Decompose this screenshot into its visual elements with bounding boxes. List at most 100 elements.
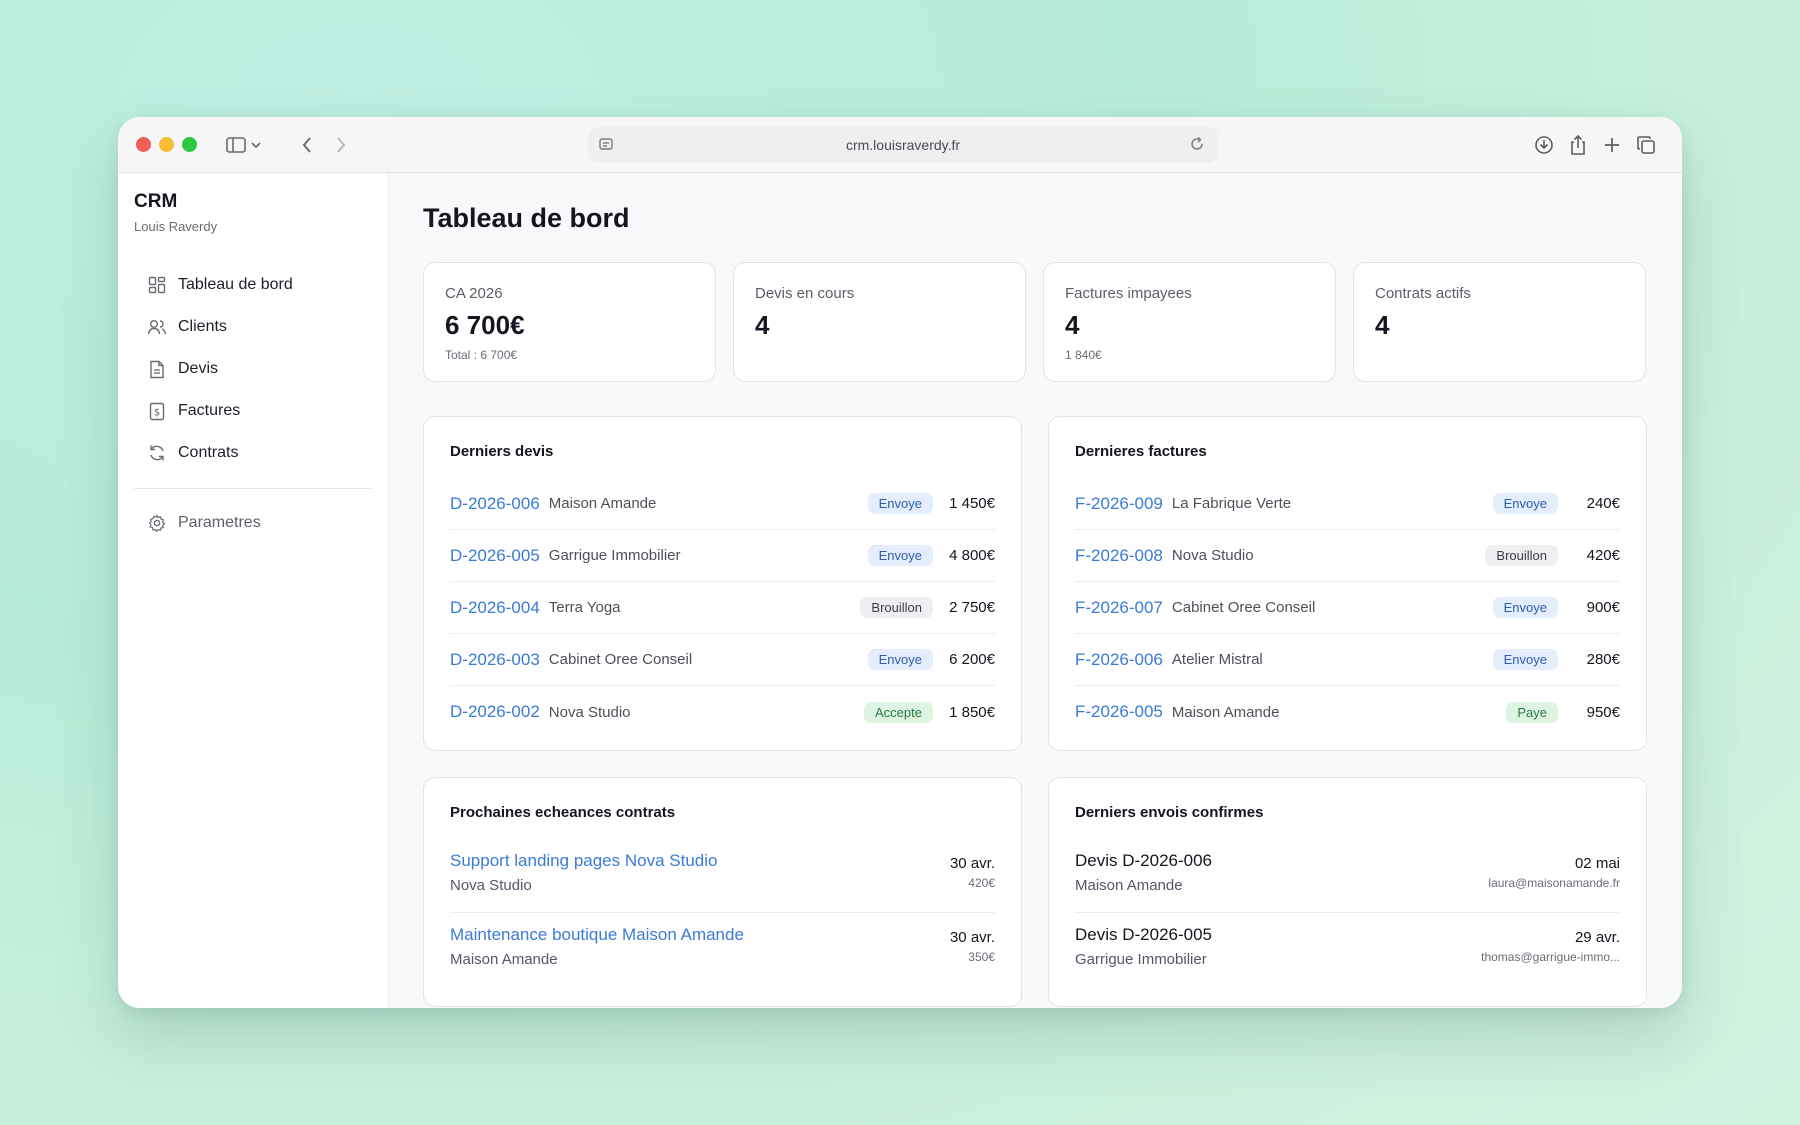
stat-value: 6 700€ bbox=[445, 310, 525, 340]
contract-link[interactable]: Maintenance boutique Maison Amande bbox=[450, 925, 744, 945]
sidebar-item-label: Tableau de bord bbox=[178, 276, 293, 293]
refresh-icon bbox=[147, 443, 167, 463]
stat-card-unpaid-invoices: Factures impayees 4 1 840€ bbox=[1043, 262, 1336, 382]
status-badge: Envoye bbox=[867, 649, 933, 670]
invoice-link[interactable]: F-2026-005 bbox=[1075, 702, 1163, 722]
invoice-link[interactable]: F-2026-008 bbox=[1075, 546, 1163, 566]
gear-icon bbox=[147, 513, 167, 533]
sidebar-divider bbox=[134, 488, 372, 489]
contract-link[interactable]: Support landing pages Nova Studio bbox=[450, 851, 717, 871]
sidebar-item-factures[interactable]: $ Factures bbox=[134, 390, 372, 432]
sidebar-item-label: Factures bbox=[178, 402, 241, 419]
amount: 420€ bbox=[968, 876, 995, 890]
share-icon bbox=[1571, 134, 1585, 155]
amount: 240€ bbox=[1586, 495, 1620, 512]
address-bar[interactable]: crm.louisraverdy.fr bbox=[588, 127, 1218, 163]
amount: 1 850€ bbox=[949, 703, 995, 721]
share-button[interactable] bbox=[1562, 129, 1594, 161]
quote-link[interactable]: D-2026-004 bbox=[450, 598, 540, 618]
table-row: D-2026-004 Terra Yoga Brouillon 2 750€ bbox=[450, 582, 995, 634]
table-row: D-2026-005 Garrigue Immobilier Envoye 4 … bbox=[450, 530, 995, 582]
tab-overview-button[interactable] bbox=[1630, 129, 1662, 161]
forward-button[interactable] bbox=[324, 129, 358, 161]
back-button[interactable] bbox=[290, 129, 324, 161]
table-row: F-2026-005 Maison Amande Paye 950€ bbox=[1075, 686, 1620, 738]
client-name: Nova Studio bbox=[1171, 547, 1254, 564]
quote-link[interactable]: D-2026-006 bbox=[450, 494, 540, 514]
quote-link[interactable]: D-2026-005 bbox=[450, 546, 540, 566]
sidebar-item-label: Devis bbox=[178, 360, 219, 377]
client-name: Cabinet Oree Conseil bbox=[1171, 599, 1316, 616]
client-name: Atelier Mistral bbox=[1171, 651, 1263, 668]
stat-sub: 1 840€ bbox=[1065, 348, 1102, 362]
contract-deadlines-panel: Prochaines echeances contrats Support la… bbox=[423, 777, 1022, 1007]
plus-icon bbox=[1605, 138, 1619, 152]
panel-title: Prochaines echeances contrats bbox=[450, 804, 676, 821]
title-bar: crm.louisraverdy.fr bbox=[118, 117, 1682, 173]
stat-label: Factures impayees bbox=[1065, 285, 1192, 302]
dashboard-icon bbox=[147, 275, 167, 295]
send-title: Devis D-2026-006 bbox=[1075, 851, 1213, 870]
stat-value: 4 bbox=[755, 310, 770, 340]
client-name: Garrigue Immobilier bbox=[1075, 951, 1207, 968]
invoice-icon: $ bbox=[147, 401, 167, 421]
panel-title: Dernieres factures bbox=[1075, 443, 1207, 460]
stat-card-contracts: Contrats actifs 4 bbox=[1353, 262, 1646, 382]
table-row: D-2026-003 Cabinet Oree Conseil Envoye 6… bbox=[450, 634, 995, 686]
amount: 420€ bbox=[1586, 547, 1620, 564]
sidebar-item-label: Clients bbox=[178, 318, 227, 335]
downloads-button[interactable] bbox=[1528, 129, 1560, 161]
chevron-down-icon bbox=[251, 142, 261, 149]
list-item: Devis D-2026-006 Maison Amande 02 mai la… bbox=[1075, 839, 1620, 913]
main-content: Tableau de bord CA 2026 6 700€ Total : 6… bbox=[389, 173, 1682, 1008]
minimize-window-button[interactable] bbox=[159, 137, 174, 152]
recipient-email: thomas@garrigue-immo... bbox=[1481, 950, 1620, 964]
reload-icon[interactable] bbox=[1188, 135, 1206, 153]
sidebar-icon bbox=[226, 137, 246, 153]
table-row: F-2026-008 Nova Studio Brouillon 420€ bbox=[1075, 530, 1620, 582]
stats-row: CA 2026 6 700€ Total : 6 700€ Devis en c… bbox=[423, 262, 1648, 382]
amount: 350€ bbox=[968, 950, 995, 964]
list-item: Support landing pages Nova Studio Nova S… bbox=[450, 839, 995, 913]
client-name: Cabinet Oree Conseil bbox=[548, 651, 693, 668]
amount: 280€ bbox=[1586, 651, 1620, 668]
new-tab-button[interactable] bbox=[1596, 129, 1628, 161]
browser-window: crm.louisraverdy.fr CRM Louis Raverdy Ta… bbox=[118, 117, 1682, 1008]
status-badge: Brouillon bbox=[1485, 545, 1558, 566]
invoice-link[interactable]: F-2026-006 bbox=[1075, 650, 1163, 670]
table-row: F-2026-006 Atelier Mistral Envoye 280€ bbox=[1075, 634, 1620, 686]
table-row: D-2026-006 Maison Amande Envoye 1 450€ bbox=[450, 478, 995, 530]
stat-sub: Total : 6 700€ bbox=[445, 348, 518, 362]
status-badge: Brouillon bbox=[860, 597, 933, 618]
stat-value: 4 bbox=[1065, 310, 1080, 340]
table-row: D-2026-002 Nova Studio Accepte 1 850€ bbox=[450, 686, 995, 738]
amount: 950€ bbox=[1586, 703, 1620, 721]
sidebar-item-clients[interactable]: Clients bbox=[134, 306, 372, 348]
client-name: Maison Amande bbox=[548, 495, 657, 512]
sidebar-item-dashboard[interactable]: Tableau de bord bbox=[134, 264, 372, 306]
zoom-window-button[interactable] bbox=[182, 137, 197, 152]
invoice-link[interactable]: F-2026-009 bbox=[1075, 494, 1163, 514]
amount: 900€ bbox=[1586, 599, 1620, 616]
status-badge: Envoye bbox=[867, 545, 933, 566]
amount: 4 800€ bbox=[949, 547, 995, 564]
invoice-link[interactable]: F-2026-007 bbox=[1075, 598, 1163, 618]
close-window-button[interactable] bbox=[136, 137, 151, 152]
quote-link[interactable]: D-2026-003 bbox=[450, 650, 540, 670]
quote-link[interactable]: D-2026-002 bbox=[450, 702, 540, 722]
send-date: 29 avr. bbox=[1574, 929, 1620, 946]
sidebar-toggle-button[interactable] bbox=[218, 129, 270, 161]
client-name: Nova Studio bbox=[450, 877, 532, 894]
sidebar-item-devis[interactable]: Devis bbox=[134, 348, 372, 390]
stat-label: CA 2026 bbox=[445, 285, 503, 302]
user-name: Louis Raverdy bbox=[134, 219, 218, 234]
users-icon bbox=[147, 317, 167, 337]
client-name: Maison Amande bbox=[1075, 877, 1183, 894]
brand-name: CRM bbox=[134, 191, 178, 212]
sidebar-item-settings[interactable]: Parametres bbox=[134, 502, 372, 544]
send-date: 02 mai bbox=[1574, 855, 1620, 872]
client-name: Nova Studio bbox=[548, 703, 631, 721]
sidebar-item-label: Contrats bbox=[178, 444, 239, 461]
send-title: Devis D-2026-005 bbox=[1075, 925, 1213, 944]
sidebar-item-contrats[interactable]: Contrats bbox=[134, 432, 372, 474]
